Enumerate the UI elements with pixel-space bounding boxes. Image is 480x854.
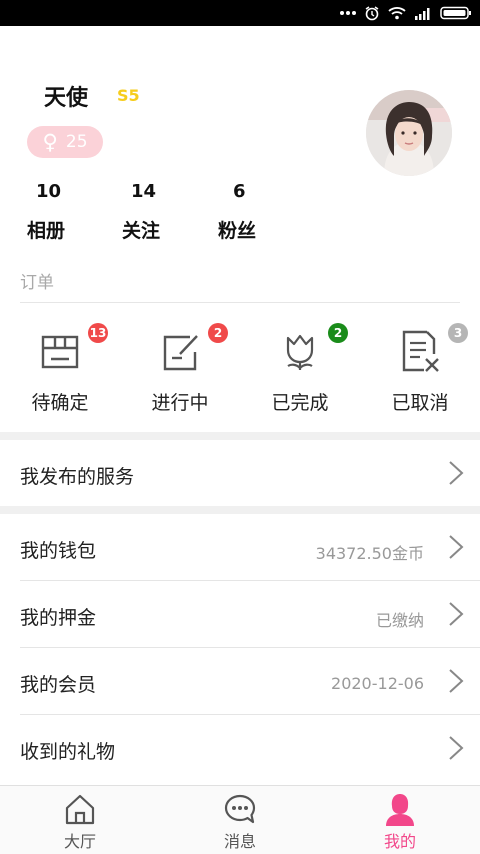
my-services-row[interactable]: 我发布的服务 xyxy=(0,440,480,506)
order-completed-button[interactable]: 2 已完成 xyxy=(240,323,360,426)
section-gap xyxy=(0,432,480,440)
order-pending-button[interactable]: 13 待确定 xyxy=(0,323,120,426)
divider xyxy=(20,302,460,303)
chevron-right-icon xyxy=(449,602,464,626)
status-bar xyxy=(0,0,480,26)
order-status-row: 13 待确定 2 进行中 2 已完成 3 已取消 xyxy=(0,323,480,436)
avatar[interactable] xyxy=(366,90,452,176)
completed-count-badge: 2 xyxy=(328,323,348,343)
cancelled-count-badge: 3 xyxy=(448,323,468,343)
gender-age-badge: ♀ 25 xyxy=(27,126,103,158)
chevron-right-icon xyxy=(449,535,464,559)
tab-lobby[interactable]: 大厅 xyxy=(0,786,160,854)
my-membership-row[interactable]: 我的会员 2020-12-06 xyxy=(0,648,480,714)
female-icon: ♀ xyxy=(42,129,58,154)
signal-icon xyxy=(415,8,430,20)
fans-label[interactable]: 粉丝 xyxy=(218,216,256,243)
following-count[interactable]: 14 xyxy=(131,181,156,202)
my-wallet-row[interactable]: 我的钱包 34372.50金币 xyxy=(0,514,480,580)
tab-mine[interactable]: 我的 xyxy=(320,786,480,854)
profile-header: 天使 S5 ♀ 25 10 相册 14 关注 6 粉丝 订单 xyxy=(0,26,480,326)
order-completed-label: 已完成 xyxy=(271,392,329,414)
order-pending-label: 待确定 xyxy=(31,392,89,414)
edit-icon xyxy=(163,335,198,371)
home-icon xyxy=(65,794,95,825)
my-services-label: 我发布的服务 xyxy=(20,466,135,488)
deposit-status: 已缴纳 xyxy=(375,611,424,630)
tab-lobby-label: 大厅 xyxy=(63,832,96,851)
chevron-right-icon xyxy=(449,669,464,693)
pending-count-badge: 13 xyxy=(88,323,108,343)
order-in-progress-button[interactable]: 2 进行中 xyxy=(120,323,240,426)
tab-mine-label: 我的 xyxy=(383,832,416,851)
orders-section-title: 订单 xyxy=(20,273,54,293)
message-icon xyxy=(224,794,256,824)
in-progress-count-badge: 2 xyxy=(208,323,228,343)
membership-expiry: 2020-12-06 xyxy=(331,674,424,693)
avatar-photo xyxy=(366,90,452,176)
order-cancelled-button[interactable]: 3 已取消 xyxy=(360,323,480,426)
alarm-icon xyxy=(365,6,379,21)
received-gifts-label: 收到的礼物 xyxy=(20,741,116,763)
username: 天使 xyxy=(44,86,89,111)
more-dots-icon xyxy=(340,11,356,15)
section-gap xyxy=(0,506,480,514)
cancel-doc-icon xyxy=(402,330,439,372)
bottom-tab-bar: 大厅 消息 我的 xyxy=(0,785,480,854)
fans-count[interactable]: 6 xyxy=(233,181,246,202)
albums-label[interactable]: 相册 xyxy=(27,216,65,243)
albums-count[interactable]: 10 xyxy=(36,181,61,202)
battery-icon xyxy=(440,6,471,20)
box-icon xyxy=(41,335,79,369)
tulip-icon xyxy=(286,334,314,370)
chevron-right-icon xyxy=(449,736,464,760)
profile-page: 天使 S5 ♀ 25 10 相册 14 关注 6 粉丝 订单 13 待确定 2 … xyxy=(0,26,480,785)
tab-messages[interactable]: 消息 xyxy=(160,786,320,854)
age-value: 25 xyxy=(65,132,88,152)
order-cancelled-label: 已取消 xyxy=(391,392,449,414)
my-wallet-label: 我的钱包 xyxy=(20,540,97,562)
my-deposit-row[interactable]: 我的押金 已缴纳 xyxy=(0,581,480,647)
wallet-balance: 34372.50金币 xyxy=(315,544,424,563)
my-deposit-label: 我的押金 xyxy=(20,607,97,629)
my-membership-label: 我的会员 xyxy=(20,674,97,696)
order-in-progress-label: 进行中 xyxy=(151,392,209,414)
chevron-right-icon xyxy=(449,461,464,485)
wifi-icon xyxy=(388,7,406,20)
received-gifts-row[interactable]: 收到的礼物 xyxy=(0,715,480,781)
status-icons xyxy=(340,4,472,22)
profile-icon xyxy=(386,794,414,826)
level-badge: S5 xyxy=(117,86,140,105)
tab-messages-label: 消息 xyxy=(223,832,256,851)
following-label[interactable]: 关注 xyxy=(122,216,160,243)
